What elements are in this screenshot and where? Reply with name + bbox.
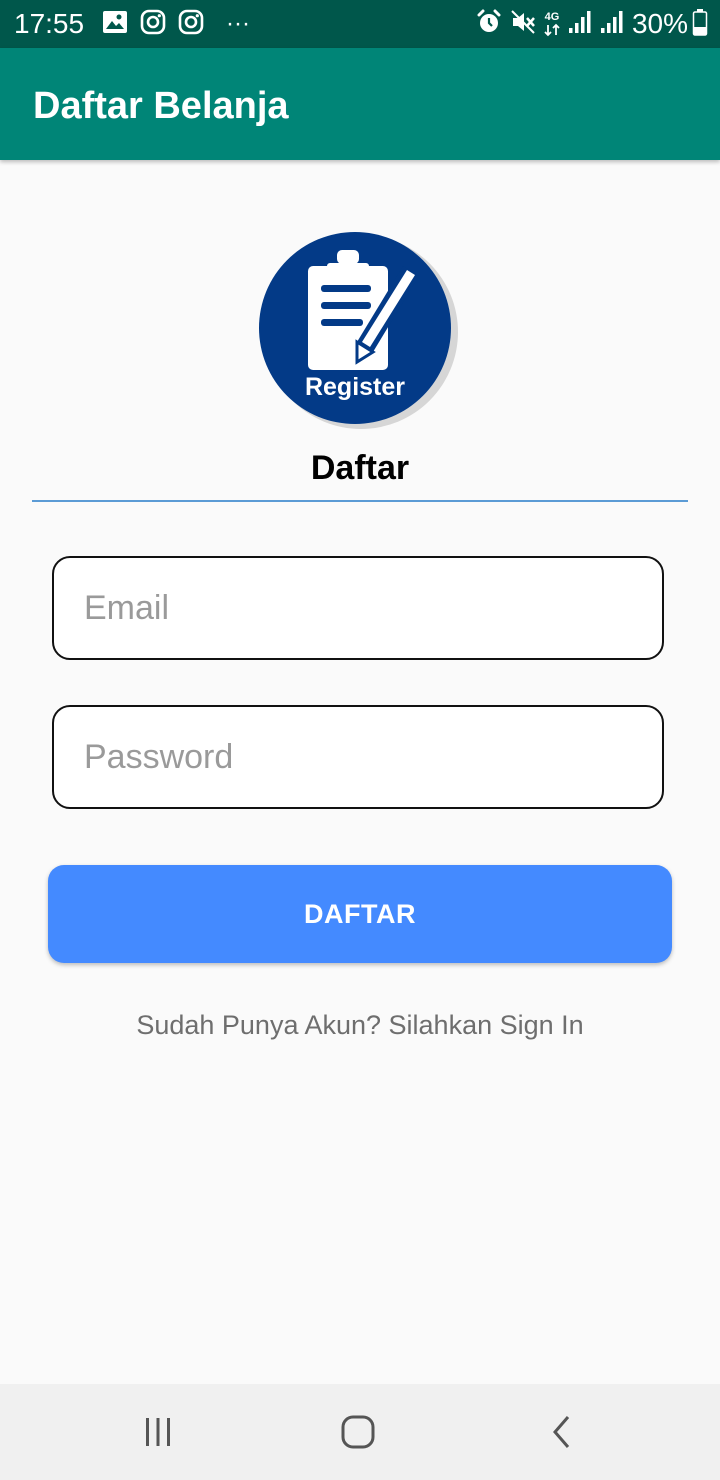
instagram-icon xyxy=(140,9,166,40)
logo-label: Register xyxy=(304,373,406,401)
more-icon: ··· xyxy=(226,10,250,37)
recents-icon[interactable] xyxy=(138,1412,178,1452)
form-title: Daftar xyxy=(310,449,410,487)
system-icons: 4G 30% xyxy=(468,6,708,42)
mute-icon xyxy=(510,9,536,40)
app-title: Daftar Belanja xyxy=(33,85,289,127)
status-bar: 17:55 ··· 4G 30% xyxy=(0,0,720,48)
battery-percent: 30% xyxy=(631,8,688,39)
gallery-icon xyxy=(102,10,128,39)
daftar-button[interactable]: DAFTAR xyxy=(48,865,672,963)
status-time: 17:55 xyxy=(14,8,85,39)
navigation-bar xyxy=(0,1384,720,1480)
network-4g-icon: 4G xyxy=(544,11,560,37)
signin-link[interactable]: Sudah Punya Akun? Silahkan Sign In xyxy=(0,1008,720,1042)
battery-icon xyxy=(692,8,708,41)
signal-icon xyxy=(600,10,624,39)
instagram-icon xyxy=(178,9,204,40)
password-field[interactable] xyxy=(52,705,664,809)
title-divider xyxy=(32,500,688,502)
alarm-icon xyxy=(476,9,502,40)
register-logo: Register xyxy=(257,230,463,430)
email-field[interactable] xyxy=(52,556,664,660)
home-icon[interactable] xyxy=(338,1412,378,1452)
back-icon[interactable] xyxy=(542,1412,582,1452)
app-bar: Daftar Belanja xyxy=(0,48,720,160)
signal-icon xyxy=(568,10,592,39)
notification-icons: ··· xyxy=(102,9,262,40)
